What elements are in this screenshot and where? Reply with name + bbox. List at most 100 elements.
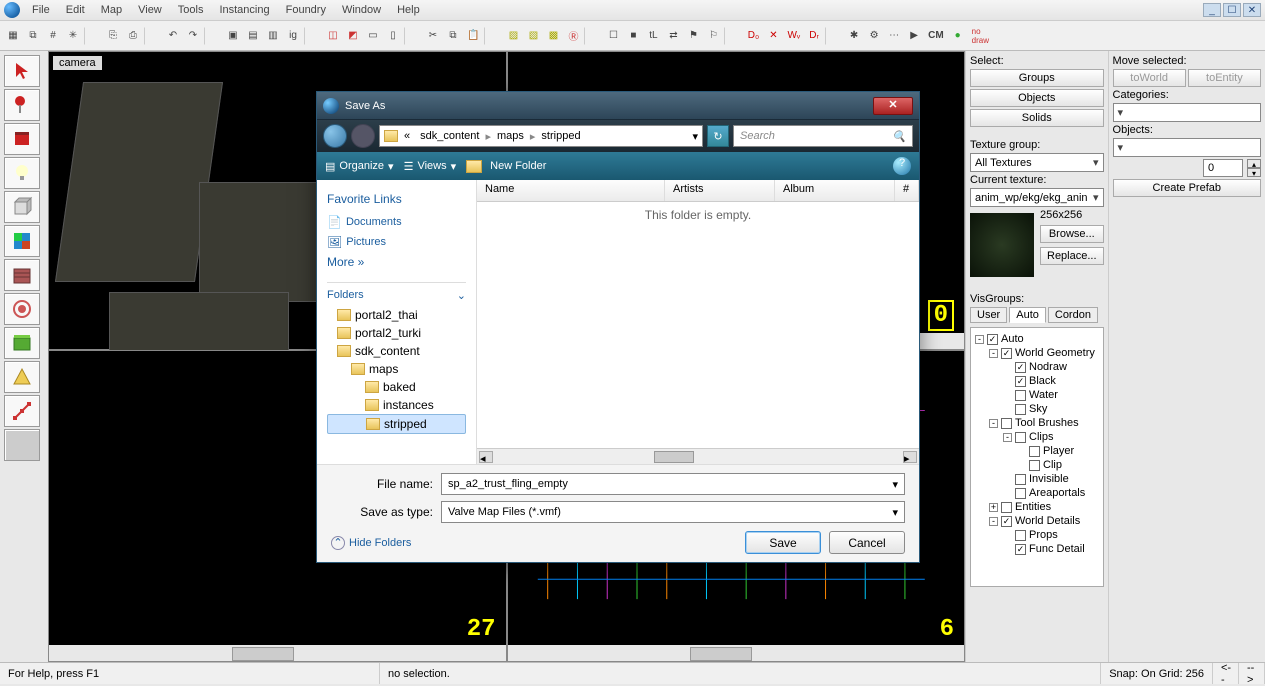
texture-tool[interactable]: [4, 225, 40, 257]
folder-item[interactable]: maps: [327, 360, 466, 378]
visgroup-item[interactable]: -Clips: [975, 430, 1099, 444]
breadcrumb[interactable]: « sdk_content▸ maps▸ stripped ▾: [379, 125, 703, 147]
tool-sel4-icon[interactable]: ▯: [384, 26, 402, 46]
block-tool[interactable]: [4, 191, 40, 223]
nav-forward-button[interactable]: [351, 124, 375, 148]
save-button[interactable]: Save: [745, 531, 821, 554]
tool-haz1-icon[interactable]: ▨: [504, 26, 522, 46]
folder-item[interactable]: instances: [327, 396, 466, 414]
select-objects-button[interactable]: Objects: [970, 89, 1104, 107]
tool-cube2-icon[interactable]: ▤: [244, 26, 262, 46]
new-folder-button[interactable]: New Folder: [466, 160, 546, 173]
refresh-button[interactable]: ↻: [707, 125, 729, 147]
tool-snap-icon[interactable]: ✳: [64, 26, 82, 46]
tool-cross-icon[interactable]: ✕: [764, 26, 782, 46]
visgroup-item[interactable]: Water: [975, 388, 1099, 402]
visgroup-item[interactable]: Clip: [975, 458, 1099, 472]
filetype-dropdown[interactable]: Valve Map Files (*.vmf)▾: [441, 501, 905, 523]
blank-tool[interactable]: [4, 429, 40, 461]
tool-do-icon[interactable]: D₀: [744, 26, 762, 46]
tool-wv-icon[interactable]: Wᵥ: [784, 26, 803, 46]
replace-button[interactable]: Replace...: [1040, 247, 1104, 265]
tool-paste-icon[interactable]: ⎙: [124, 26, 142, 46]
tool-hash-icon[interactable]: #: [44, 26, 62, 46]
tool-copy-icon[interactable]: ⎘: [104, 26, 122, 46]
col-num[interactable]: #: [895, 180, 919, 201]
objects-dropdown[interactable]: [1113, 138, 1261, 157]
decal-tool[interactable]: [4, 293, 40, 325]
apply-tool[interactable]: [4, 259, 40, 291]
menu-edit[interactable]: Edit: [58, 2, 93, 18]
selection-tool[interactable]: [4, 55, 40, 87]
visgroups-tree[interactable]: -✓Auto-✓World Geometry✓Nodraw✓BlackWater…: [970, 327, 1104, 587]
h-scrollbar[interactable]: ◂ ▸: [477, 448, 919, 464]
tool-ig-icon[interactable]: ig: [284, 26, 302, 46]
filename-input[interactable]: sp_a2_trust_fling_empty▾: [441, 473, 905, 495]
folder-item[interactable]: baked: [327, 378, 466, 396]
visgroup-item[interactable]: ✓Func Detail: [975, 542, 1099, 556]
link-documents[interactable]: 📄 Documents: [327, 212, 466, 232]
tool-haz2-icon[interactable]: ▧: [524, 26, 542, 46]
tool-redo-icon[interactable]: ↷: [184, 26, 202, 46]
visgroup-item[interactable]: -Tool Brushes: [975, 416, 1099, 430]
tool-gear-icon[interactable]: ⚙: [865, 26, 883, 46]
visgroup-item[interactable]: -✓World Geometry: [975, 346, 1099, 360]
link-pictures[interactable]: 🖼 Pictures: [327, 232, 466, 252]
tool-sel3-icon[interactable]: ▭: [364, 26, 382, 46]
visgroup-item[interactable]: ✓Black: [975, 374, 1099, 388]
vertex-tool[interactable]: [4, 395, 40, 427]
tool-cube1-icon[interactable]: ▣: [224, 26, 242, 46]
menu-tools[interactable]: Tools: [170, 2, 212, 18]
folder-item[interactable]: portal2_thai: [327, 306, 466, 324]
cancel-button[interactable]: Cancel: [829, 531, 905, 554]
tool-r-icon[interactable]: Ⓡ: [564, 26, 582, 46]
tool-arrows-icon[interactable]: ⇄: [664, 26, 682, 46]
dialog-titlebar[interactable]: Save As ✕: [317, 92, 919, 120]
tool-dots-icon[interactable]: ⋯: [885, 26, 903, 46]
tool-cm-icon[interactable]: CM: [925, 26, 947, 46]
tool-3d-icon[interactable]: ⧉: [24, 26, 42, 46]
texture-group-dropdown[interactable]: All Textures: [970, 153, 1104, 172]
select-solids-button[interactable]: Solids: [970, 109, 1104, 127]
browse-button[interactable]: Browse...: [1040, 225, 1104, 243]
col-artists[interactable]: Artists: [665, 180, 775, 201]
menu-view[interactable]: View: [130, 2, 170, 18]
visgroup-item[interactable]: -✓World Details: [975, 514, 1099, 528]
link-more[interactable]: More »: [327, 252, 466, 272]
stepper-down[interactable]: ▾: [1247, 168, 1261, 177]
tool-tl-icon[interactable]: tL: [644, 26, 662, 46]
toentity-button[interactable]: toEntity: [1188, 69, 1261, 87]
col-album[interactable]: Album: [775, 180, 895, 201]
tab-auto[interactable]: Auto: [1009, 307, 1046, 323]
light-tool[interactable]: [4, 157, 40, 189]
nav-back-button[interactable]: [323, 124, 347, 148]
folder-item[interactable]: portal2_turki: [327, 324, 466, 342]
tool-box-icon[interactable]: ☐: [604, 26, 622, 46]
menu-foundry[interactable]: Foundry: [278, 2, 334, 18]
magnify-tool[interactable]: [4, 89, 40, 121]
tool-copy2-icon[interactable]: ⧉: [444, 26, 462, 46]
visgroup-item[interactable]: Sky: [975, 402, 1099, 416]
create-prefab-button[interactable]: Create Prefab: [1113, 179, 1261, 197]
close-button[interactable]: ✕: [1243, 3, 1261, 17]
tool-sel-icon[interactable]: ◫: [324, 26, 342, 46]
tool-star-icon[interactable]: ✱: [845, 26, 863, 46]
status-arrow-left[interactable]: <--: [1213, 663, 1239, 684]
tool-cube3-icon[interactable]: ▥: [264, 26, 282, 46]
tool-paste2-icon[interactable]: 📋: [464, 26, 482, 46]
visgroup-item[interactable]: +Entities: [975, 500, 1099, 514]
menu-help[interactable]: Help: [389, 2, 428, 18]
tab-cordon[interactable]: Cordon: [1048, 307, 1098, 323]
folder-tree[interactable]: portal2_thaiportal2_turkisdk_contentmaps…: [327, 306, 466, 434]
visgroup-item[interactable]: ✓Nodraw: [975, 360, 1099, 374]
folders-header[interactable]: Folders: [327, 289, 364, 302]
tool-leaf-icon[interactable]: ●: [949, 26, 967, 46]
tool-play-icon[interactable]: ▶: [905, 26, 923, 46]
visgroup-item[interactable]: Player: [975, 444, 1099, 458]
tool-fill-icon[interactable]: ■: [624, 26, 642, 46]
tool-flag-icon[interactable]: ⚑: [684, 26, 702, 46]
tool-nodraw-icon[interactable]: nodraw: [969, 26, 992, 46]
hide-folders-button[interactable]: ⌃ Hide Folders: [331, 536, 411, 550]
visgroup-item[interactable]: Invisible: [975, 472, 1099, 486]
clip-tool[interactable]: [4, 361, 40, 393]
